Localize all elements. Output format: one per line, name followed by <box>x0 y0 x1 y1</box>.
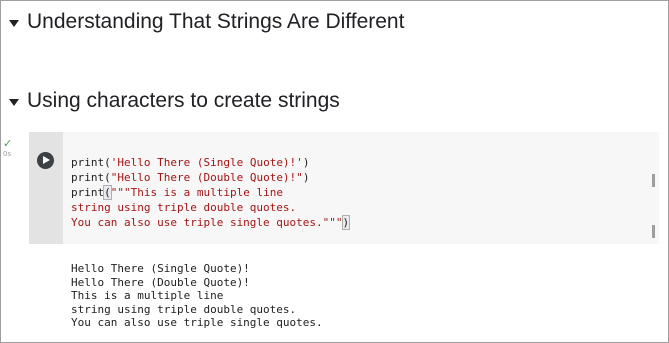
section-title: Understanding That Strings Are Different <box>27 10 405 33</box>
code-line: print("Hello There (Double Quote)!") <box>71 171 310 184</box>
matched-bracket: ( <box>103 185 112 200</box>
execution-time: 0s <box>3 150 12 158</box>
output-line: Hello There (Double Quote)! <box>71 275 250 289</box>
cell-gutter <box>29 132 63 244</box>
run-cell-button[interactable] <box>37 152 54 169</box>
code-line: You can also use triple single quotes.""… <box>71 215 351 230</box>
cell-execution-status: ✓ 0s <box>1 138 27 159</box>
section-heading-strings-different[interactable]: Understanding That Strings Are Different <box>9 10 404 34</box>
output-line: You can also use triple single quotes. <box>71 316 323 329</box>
output-line: Hello There (Single Quote)! <box>71 262 250 275</box>
code-line: print('Hello There (Single Quote)!') <box>71 156 310 169</box>
cell-output: Hello There (Single Quote)! Hello There (… <box>71 262 323 330</box>
notebook-view: Understanding That Strings Are Different… <box>0 0 669 343</box>
text-cursor <box>349 215 351 228</box>
matched-bracket: ) <box>341 215 351 230</box>
section-title: Using characters to create strings <box>27 89 340 112</box>
output-line: string using triple double quotes. <box>71 302 297 316</box>
scroll-marker <box>652 174 655 187</box>
collapse-caret-icon[interactable] <box>9 98 19 106</box>
section-heading-using-characters[interactable]: Using characters to create strings <box>9 89 340 113</box>
code-line: string using triple double quotes. <box>71 201 297 214</box>
collapse-caret-icon[interactable] <box>9 19 19 27</box>
check-icon: ✓ <box>3 138 13 150</box>
code-line: print("""This is a multiple line <box>71 185 283 200</box>
scroll-marker <box>652 225 655 238</box>
code-cell[interactable]: print('Hello There (Single Quote)!') prin… <box>29 132 659 244</box>
output-line: This is a multiple line <box>71 289 224 302</box>
code-editor[interactable]: print('Hello There (Single Quote)!') prin… <box>71 155 351 230</box>
